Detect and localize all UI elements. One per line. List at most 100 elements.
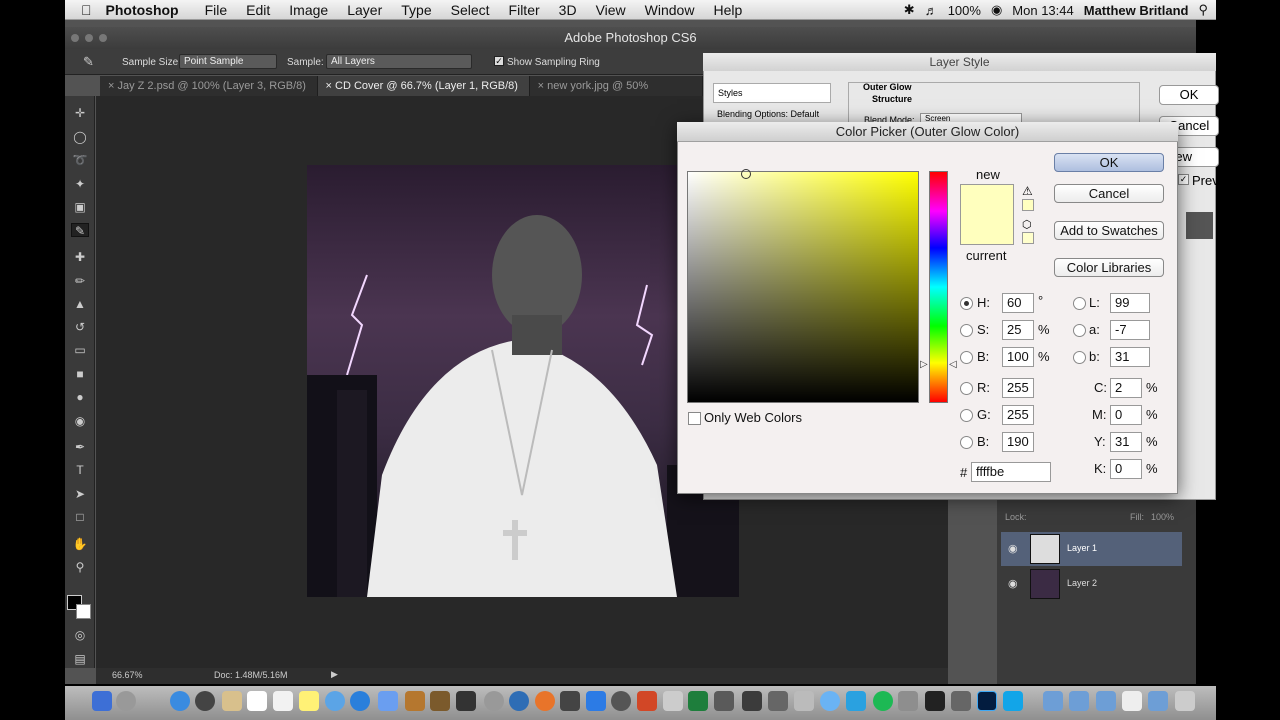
menu-select[interactable]: Select	[451, 2, 490, 18]
firefox-icon[interactable]	[535, 691, 555, 711]
sample-size-select[interactable]: Point Sample	[179, 54, 277, 69]
b-radio[interactable]	[960, 351, 973, 364]
r-input[interactable]: 255	[1002, 378, 1034, 398]
color-libraries-button[interactable]: Color Libraries	[1054, 258, 1164, 277]
layer-style-ok-button[interactable]: OK	[1159, 85, 1219, 105]
system-preferences-icon[interactable]	[484, 691, 504, 711]
only-web-colors-checkbox[interactable]	[688, 412, 701, 425]
brush-tool-icon[interactable]: ✏	[71, 274, 89, 288]
documents-folder-icon[interactable]	[1069, 691, 1089, 711]
skype-icon[interactable]	[1003, 691, 1023, 711]
crop-tool-icon[interactable]: ▣	[71, 200, 89, 214]
menu-type[interactable]: Type	[401, 2, 431, 18]
iphoto-icon[interactable]	[405, 691, 425, 711]
wifi-icon[interactable]: ◉	[991, 2, 1002, 18]
zoom-level[interactable]: 66.67%	[112, 670, 143, 680]
magic-wand-tool-icon[interactable]: ✦	[71, 177, 89, 191]
hue-slider-left-arrow-icon[interactable]: ▷	[920, 359, 928, 370]
word-icon[interactable]	[586, 691, 606, 711]
tab-jay-z[interactable]: × Jay Z 2.psd @ 100% (Layer 3, RGB/8) *	[100, 76, 318, 112]
r-radio[interactable]	[960, 382, 973, 395]
color-picker-ok-button[interactable]: OK	[1054, 153, 1164, 172]
battery-level[interactable]: 100%	[948, 3, 981, 18]
g-radio[interactable]	[960, 409, 973, 422]
folder-icon[interactable]	[1148, 691, 1168, 711]
spotlight-icon[interactable]: ⚲	[1198, 2, 1208, 18]
path-selection-tool-icon[interactable]: ➤	[71, 487, 89, 501]
menu-filter[interactable]: Filter	[509, 2, 540, 18]
grid-icon[interactable]	[898, 691, 918, 711]
quick-mask-icon[interactable]: ◎	[71, 628, 89, 642]
preview-icon[interactable]	[663, 691, 683, 711]
menu-view[interactable]: View	[596, 2, 626, 18]
zoom-tool-icon[interactable]: ⚲	[71, 560, 89, 574]
background-color-swatch[interactable]	[76, 604, 91, 619]
document-canvas[interactable]	[307, 165, 739, 597]
show-ring-checkbox[interactable]: ✓	[494, 56, 504, 66]
b-input[interactable]: 100	[1002, 347, 1034, 367]
blue-radio[interactable]	[960, 436, 973, 449]
trash-icon[interactable]	[1175, 691, 1195, 711]
tab-new-york[interactable]: × new york.jpg @ 50% (RGB/8#)	[530, 76, 703, 112]
current-color-swatch[interactable]	[960, 214, 1014, 245]
history-brush-tool-icon[interactable]: ↺	[71, 320, 89, 334]
downloads-folder-icon[interactable]	[1096, 691, 1116, 711]
fill-value[interactable]: 100%	[1151, 512, 1174, 522]
keynote-icon[interactable]	[714, 691, 734, 711]
activity-monitor-icon[interactable]	[951, 691, 971, 711]
screen-mode-icon[interactable]: ▤	[71, 652, 89, 666]
web-safe-cube-icon[interactable]: ⬡	[1022, 218, 1032, 231]
launchpad-icon[interactable]	[116, 691, 136, 711]
menu-image[interactable]: Image	[289, 2, 328, 18]
dashboard-icon[interactable]	[195, 691, 215, 711]
marquee-tool-icon[interactable]: ◯	[71, 130, 89, 144]
rectangle-tool-icon[interactable]: □	[71, 510, 89, 524]
facetime-icon[interactable]	[325, 691, 345, 711]
menu-window[interactable]: Window	[645, 2, 695, 18]
h-radio[interactable]	[960, 297, 973, 310]
terminal-icon[interactable]	[925, 691, 945, 711]
blue-input[interactable]: 190	[1002, 432, 1034, 452]
pages-icon[interactable]	[742, 691, 762, 711]
l-radio[interactable]	[1073, 297, 1086, 310]
menu-file[interactable]: File	[205, 2, 228, 18]
layer-row-2[interactable]: ◉ Layer 2	[1001, 567, 1182, 601]
powerpoint-icon[interactable]	[637, 691, 657, 711]
color-picker-cancel-button[interactable]: Cancel	[1054, 184, 1164, 203]
excel-icon[interactable]	[688, 691, 708, 711]
hue-slider[interactable]	[929, 171, 948, 403]
color-field[interactable]	[687, 171, 919, 403]
minimize-icon[interactable]	[85, 34, 93, 42]
layer-row-1[interactable]: ◉ Layer 1	[1001, 532, 1182, 566]
volume-icon[interactable]: ♬	[925, 3, 938, 18]
textedit-icon[interactable]	[768, 691, 788, 711]
bluetooth-icon[interactable]: ✱	[904, 2, 915, 18]
dictionary-icon[interactable]	[794, 691, 814, 711]
dodge-tool-icon[interactable]: ◉	[71, 414, 89, 428]
skype-chat-icon[interactable]	[846, 691, 866, 711]
menu-help[interactable]: Help	[713, 2, 742, 18]
zoom-icon[interactable]	[99, 34, 107, 42]
y-input[interactable]: 31	[1110, 432, 1142, 452]
hue-slider-right-arrow-icon[interactable]: ◁	[949, 359, 957, 370]
a-radio[interactable]	[1073, 324, 1086, 337]
imovie-icon[interactable]	[430, 691, 450, 711]
type-tool-icon[interactable]: T	[71, 463, 89, 477]
clock[interactable]: Mon 13:44	[1012, 3, 1073, 18]
tab-close-icon[interactable]: ×	[538, 80, 547, 92]
doc-size[interactable]: Doc: 1.48M/5.16M	[214, 670, 288, 680]
c-input[interactable]: 2	[1110, 378, 1142, 398]
lasso-tool-icon[interactable]: ➰	[71, 153, 89, 167]
calendar-icon[interactable]	[247, 691, 267, 711]
close-icon[interactable]	[71, 34, 79, 42]
styles-item[interactable]: Styles	[713, 83, 831, 103]
s-input[interactable]: 25	[1002, 320, 1034, 340]
menu-layer[interactable]: Layer	[347, 2, 382, 18]
garageband-icon[interactable]	[456, 691, 476, 711]
sample-select[interactable]: All Layers	[326, 54, 472, 69]
move-tool-icon[interactable]: ✛	[71, 106, 89, 120]
blur-tool-icon[interactable]: ●	[71, 390, 89, 404]
clone-stamp-tool-icon[interactable]: ▲	[71, 297, 89, 311]
web-safe-swatch[interactable]	[1022, 232, 1034, 244]
eyedropper-icon[interactable]: ✎	[83, 54, 94, 70]
